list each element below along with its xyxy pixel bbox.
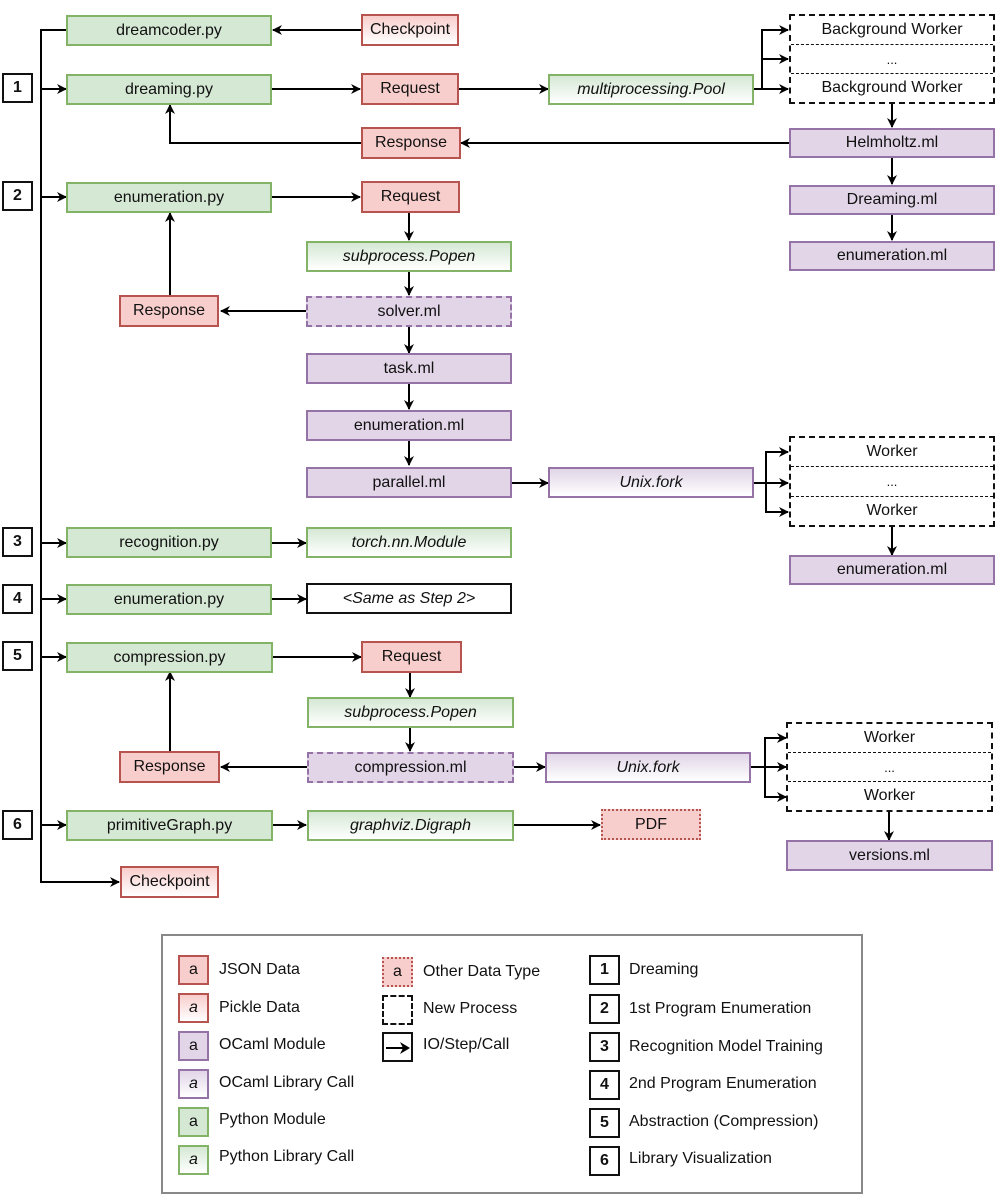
legend-label-new-process: New Process (423, 1000, 518, 1017)
primitive-graph-py-node: primitiveGraph.py (66, 810, 273, 841)
legend-step-label-4: 2nd Program Enumeration (629, 1075, 817, 1092)
legend-swatch-io-arrow (382, 1032, 413, 1062)
step-badge-1: 1 (2, 73, 33, 103)
worker-step5-2: Worker (863, 787, 916, 804)
legend-label-io: IO/Step/Call (423, 1036, 510, 1053)
arrow-right-icon (386, 1042, 410, 1054)
legend-label-ocaml-module: OCaml Module (219, 1036, 326, 1053)
workers-group-step5: Worker ... Worker (786, 722, 993, 812)
worker-step5-ellipsis: ... (788, 753, 991, 782)
background-worker-ellipsis: ... (791, 45, 993, 74)
worker-step2-1: Worker (791, 438, 993, 468)
legend-swatch-ocaml-module: a (178, 1031, 209, 1061)
dreaming-py-node: dreaming.py (66, 74, 272, 105)
legend-step-badge-2: 2 (589, 994, 620, 1024)
legend: a JSON Data a Pickle Data a OCaml Module… (161, 934, 863, 1194)
legend-label-python-module: Python Module (219, 1111, 326, 1128)
step-badge-3: 3 (2, 527, 33, 557)
legend-label-pickle: Pickle Data (219, 999, 300, 1016)
worker-step5-1: Worker (788, 724, 991, 753)
unix-fork-node-step5: Unix.fork (545, 752, 751, 783)
torch-module-node: torch.nn.Module (306, 527, 512, 558)
legend-swatch-json: a (178, 955, 209, 985)
response-node-step5: Response (119, 751, 220, 783)
unix-fork-node-step2: Unix.fork (548, 467, 754, 498)
legend-label-python-library: Python Library Call (219, 1148, 355, 1165)
dreaming-ml-node: Dreaming.ml (789, 185, 995, 215)
legend-label-ocaml-library: OCaml Library Call (219, 1074, 355, 1091)
legend-step-label-3: Recognition Model Training (629, 1038, 823, 1055)
helmholtz-ml-node: Helmholtz.ml (789, 128, 995, 158)
solver-ml-node: solver.ml (306, 296, 512, 327)
legend-step-badge-6: 6 (589, 1146, 620, 1176)
legend-step-label-6: Library Visualization (629, 1150, 772, 1167)
legend-step-badge-4: 4 (589, 1070, 620, 1100)
enumeration-py-node-step2: enumeration.py (66, 182, 272, 213)
parallel-ml-node: parallel.ml (306, 467, 512, 498)
dreamcoder-py-node: dreamcoder.py (66, 15, 272, 46)
worker-step2-2: Worker (866, 501, 918, 519)
legend-swatch-python-module: a (178, 1107, 209, 1137)
spine-line (40, 29, 120, 887)
task-ml-node: task.ml (306, 353, 512, 384)
request-node-step2: Request (361, 181, 460, 213)
request-node-step1: Request (361, 73, 459, 105)
graphviz-digraph-node: graphviz.Digraph (307, 810, 514, 841)
step-badge-5: 5 (2, 641, 33, 671)
legend-step-label-2: 1st Program Enumeration (629, 1000, 812, 1017)
legend-step-badge-3: 3 (589, 1032, 620, 1062)
subprocess-popen-node-step5: subprocess.Popen (307, 697, 514, 728)
request-node-step5: Request (361, 641, 462, 673)
enumeration-ml-node-worker: enumeration.ml (789, 555, 995, 585)
pipeline-diagram: 1 2 3 4 5 6 dreamcoder.py Checkpoint dre… (0, 0, 998, 1198)
enumeration-ml-node-step2: enumeration.ml (306, 410, 512, 441)
compression-ml-node: compression.ml (307, 752, 514, 783)
subprocess-popen-node-step2: subprocess.Popen (306, 241, 512, 272)
legend-step-label-5: Abstraction (Compression) (629, 1113, 819, 1130)
pdf-node: PDF (601, 809, 701, 840)
legend-swatch-new-process (382, 995, 413, 1025)
legend-swatch-pickle: a (178, 993, 209, 1023)
compression-py-node: compression.py (66, 642, 273, 673)
step-badge-2: 2 (2, 181, 33, 211)
legend-step-label-1: Dreaming (629, 961, 699, 978)
background-worker-1: Background Worker (791, 16, 993, 45)
enumeration-ml-node-step1: enumeration.ml (789, 241, 995, 271)
legend-label-json: JSON Data (219, 961, 300, 978)
response-node-step1: Response (361, 127, 461, 159)
step-badge-4: 4 (2, 584, 33, 614)
legend-step-badge-1: 1 (589, 955, 620, 985)
worker-step2-ellipsis: ... (791, 467, 993, 497)
recognition-py-node: recognition.py (66, 527, 272, 558)
background-workers-group: Background Worker ... Background Worker (789, 14, 995, 104)
legend-swatch-python-library: a (178, 1145, 209, 1175)
arrow-response-dreaming (165, 104, 361, 144)
enumeration-py-node-step4: enumeration.py (66, 584, 272, 615)
versions-ml-node: versions.ml (786, 840, 993, 871)
checkpoint-output-node: Checkpoint (120, 866, 219, 898)
multiprocessing-pool-node: multiprocessing.Pool (548, 74, 754, 105)
legend-swatch-other-data: a (382, 957, 413, 987)
response-node-step2: Response (119, 295, 219, 327)
legend-step-badge-5: 5 (589, 1108, 620, 1138)
workers-group-step2: Worker ... Worker (789, 436, 995, 527)
legend-label-other-data: Other Data Type (423, 963, 541, 980)
same-as-step2-node: <Same as Step 2> (306, 583, 512, 614)
step-badge-6: 6 (2, 810, 33, 840)
legend-swatch-ocaml-library: a (178, 1069, 209, 1099)
checkpoint-input-node: Checkpoint (361, 14, 459, 46)
background-worker-2: Background Worker (821, 79, 963, 96)
